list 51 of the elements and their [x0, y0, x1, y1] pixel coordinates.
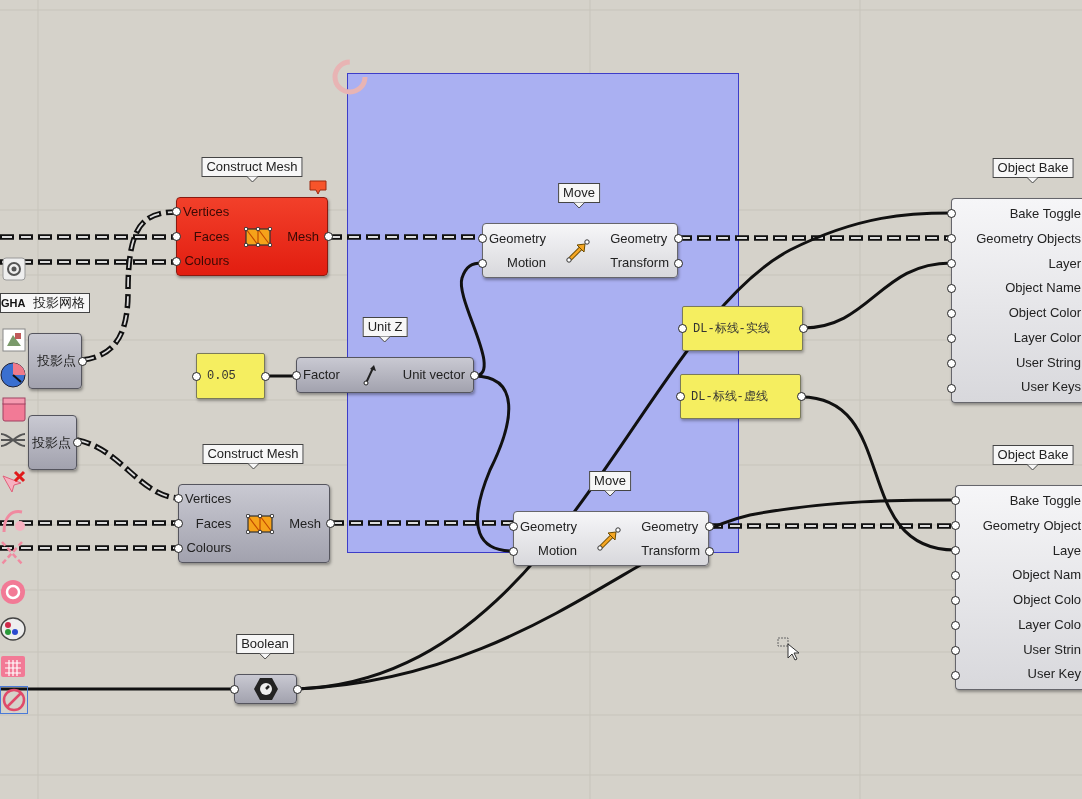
output-label: Geometry: [641, 517, 699, 536]
input-label: Geometry Objects: [976, 229, 1081, 248]
input-label: Object Colo: [1013, 591, 1081, 610]
output-label: Transform: [641, 541, 700, 560]
output-label: Mesh: [289, 514, 321, 533]
input-label: Faces: [193, 227, 230, 246]
input-label: Geometry: [520, 517, 578, 536]
input-label: Faces: [195, 514, 232, 533]
component-node[interactable]: Bake Toggle Geometry Objects Layer Object Name Object Color Layer Color User String User Keys: [951, 198, 1082, 403]
input-label: Object Color: [1008, 304, 1081, 323]
component-node[interactable]: Geometry Motion Geometry Transform: [482, 223, 678, 278]
output-label: Unit vector: [402, 366, 465, 385]
param-node[interactable]: 投影点: [28, 333, 82, 389]
component-node[interactable]: Geometry Motion Geometry Transform: [513, 511, 709, 566]
input-label: Factor: [303, 366, 340, 385]
input-label: Geometry: [489, 229, 547, 248]
input-label: User Key: [1027, 665, 1081, 684]
input-label: Motion: [507, 253, 547, 272]
input-label: Geometry Object: [982, 516, 1081, 535]
input-label: User String: [1015, 353, 1081, 372]
input-label: Vertices: [185, 490, 232, 509]
panel-node[interactable]: 0.05: [196, 353, 265, 399]
input-label: User Keys: [1021, 378, 1081, 397]
param-node[interactable]: 投影点: [28, 415, 77, 470]
input-label: Motion: [538, 541, 578, 560]
input-label: Object Name: [1005, 279, 1081, 298]
input-label: Colours: [186, 539, 232, 558]
component-node[interactable]: Vertices Faces Colours Mesh: [176, 197, 328, 276]
param-label: 投影点: [32, 433, 71, 452]
input-label: Layer Color: [1013, 328, 1081, 347]
input-label: Laye: [1052, 541, 1081, 560]
input-label: Colours: [184, 252, 230, 271]
input-label: Layer Colo: [1018, 615, 1081, 634]
input-label: Vertices: [183, 203, 230, 222]
input-label: Bake Toggle: [1009, 205, 1081, 224]
input-label: User Strin: [1023, 640, 1081, 659]
panel-node[interactable]: DL-标线-虚线: [680, 374, 801, 419]
component-node[interactable]: Factor Unit vector: [296, 357, 474, 393]
panel-text: 0.05: [207, 368, 236, 385]
component-node[interactable]: Vertices Faces Colours Mesh: [178, 484, 330, 563]
param-label: 投影点: [37, 352, 76, 371]
output-label: Geometry: [610, 229, 668, 248]
input-label: Bake Toggle: [1009, 492, 1081, 511]
panel-text: DL-标线-实线: [693, 320, 770, 338]
input-label: Object Nam: [1012, 566, 1081, 585]
component-node[interactable]: Bake Toggle Geometry Object Laye Object Nam Object Colo Layer Colo User Strin User Key: [955, 485, 1082, 690]
output-label: Transform: [610, 253, 669, 272]
input-label: Layer: [1048, 254, 1081, 273]
panel-text: DL-标线-虚线: [691, 388, 768, 406]
output-label: Mesh: [287, 227, 319, 246]
panel-node[interactable]: DL-标线-实线: [682, 306, 803, 351]
